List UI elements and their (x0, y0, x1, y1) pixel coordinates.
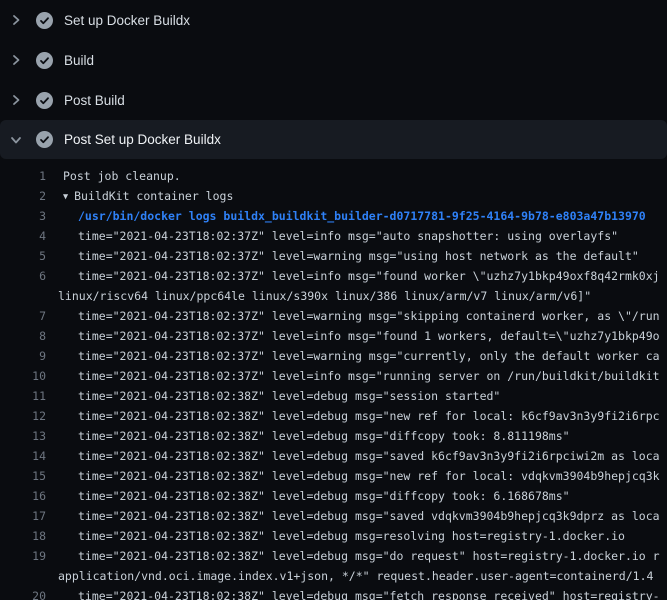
log-line: 9 time="2021-04-23T18:02:37Z" level=warn… (0, 346, 667, 366)
log-line-number[interactable]: 6 (0, 266, 46, 286)
step-label: Post Set up Docker Buildx (64, 132, 221, 147)
log-line-number[interactable]: 14 (0, 446, 46, 466)
log-line: 11 time="2021-04-23T18:02:38Z" level=deb… (0, 386, 667, 406)
log-line-number[interactable]: 10 (0, 366, 46, 386)
log-line: 1 Post job cleanup. (0, 166, 667, 186)
group-collapse-triangle-icon[interactable]: ▼ (63, 187, 68, 207)
log-line: 5 time="2021-04-23T18:02:37Z" level=warn… (0, 246, 667, 266)
log-line-number[interactable]: 16 (0, 486, 46, 506)
log-line-text: time="2021-04-23T18:02:37Z" level=info m… (78, 366, 660, 386)
chevron-down-icon (9, 134, 23, 146)
log-line-text: time="2021-04-23T18:02:38Z" level=debug … (78, 406, 660, 426)
log-line-number[interactable]: 3 (0, 206, 46, 226)
log-line-text: linux/riscv64 linux/ppc64le linux/s390x … (58, 286, 591, 306)
log-line: 16 time="2021-04-23T18:02:38Z" level=deb… (0, 486, 667, 506)
log-body: 1 Post job cleanup. 2 ▼ BuildKit containe… (0, 159, 667, 600)
log-line-text: Post job cleanup. (63, 166, 181, 186)
log-line-number[interactable]: 18 (0, 526, 46, 546)
log-group-title[interactable]: BuildKit container logs (74, 189, 233, 203)
log-line-number[interactable]: 11 (0, 386, 46, 406)
step-label: Set up Docker Buildx (64, 13, 190, 28)
step-header-post-set-up-docker-buildx[interactable]: Post Set up Docker Buildx (0, 120, 667, 159)
log-line-text: time="2021-04-23T18:02:38Z" level=debug … (78, 386, 500, 406)
log-line-text: time="2021-04-23T18:02:38Z" level=debug … (78, 586, 660, 600)
chevron-right-icon (9, 54, 23, 66)
check-circle-icon (36, 52, 53, 69)
log-line-text: time="2021-04-23T18:02:37Z" level=warnin… (78, 306, 660, 326)
log-line-text: time="2021-04-23T18:02:37Z" level=info m… (78, 266, 660, 286)
log-line: 10 time="2021-04-23T18:02:37Z" level=inf… (0, 366, 667, 386)
log-line: 20 time="2021-04-23T18:02:38Z" level=deb… (0, 586, 667, 600)
log-line: 2 ▼ BuildKit container logs (0, 186, 667, 206)
chevron-right-icon (9, 14, 23, 26)
log-line: 17 time="2021-04-23T18:02:38Z" level=deb… (0, 506, 667, 526)
log-line-text: time="2021-04-23T18:02:38Z" level=debug … (78, 546, 660, 566)
step-header-post-build[interactable]: Post Build (0, 80, 667, 120)
log-line: 6 time="2021-04-23T18:02:37Z" level=info… (0, 266, 667, 286)
log-line-text: time="2021-04-23T18:02:38Z" level=debug … (78, 466, 660, 486)
log-line-text: time="2021-04-23T18:02:37Z" level=info m… (78, 226, 618, 246)
log-line-text: application/vnd.oci.image.index.v1+json,… (58, 566, 653, 586)
log-line-number[interactable]: 12 (0, 406, 46, 426)
log-line: 18 time="2021-04-23T18:02:38Z" level=deb… (0, 526, 667, 546)
log-line-text: time="2021-04-23T18:02:38Z" level=debug … (78, 426, 570, 446)
log-line-number[interactable] (0, 566, 46, 586)
log-line-number[interactable]: 1 (0, 166, 46, 186)
log-line: 15 time="2021-04-23T18:02:38Z" level=deb… (0, 466, 667, 486)
log-line: 19 time="2021-04-23T18:02:38Z" level=deb… (0, 546, 667, 566)
check-circle-icon (36, 131, 53, 148)
log-line-number[interactable]: 13 (0, 426, 46, 446)
log-line: application/vnd.oci.image.index.v1+json,… (0, 566, 667, 586)
log-line-number[interactable]: 5 (0, 246, 46, 266)
log-line-number[interactable]: 20 (0, 586, 46, 600)
log-line-text: ▼ BuildKit container logs (63, 186, 233, 206)
log-line: 14 time="2021-04-23T18:02:38Z" level=deb… (0, 446, 667, 466)
log-line: 13 time="2021-04-23T18:02:38Z" level=deb… (0, 426, 667, 446)
log-line-number[interactable]: 7 (0, 306, 46, 326)
step-header-set-up-docker-buildx[interactable]: Set up Docker Buildx (0, 0, 667, 40)
log-line-text: time="2021-04-23T18:02:37Z" level=warnin… (78, 346, 660, 366)
log-line: 8 time="2021-04-23T18:02:37Z" level=info… (0, 326, 667, 346)
check-circle-icon (36, 12, 53, 29)
log-line-text: time="2021-04-23T18:02:37Z" level=warnin… (78, 246, 639, 266)
log-line-number[interactable]: 4 (0, 226, 46, 246)
step-label: Build (64, 53, 94, 68)
log-line-text: time="2021-04-23T18:02:37Z" level=info m… (78, 326, 660, 346)
log-line-number[interactable]: 17 (0, 506, 46, 526)
log-line-text: time="2021-04-23T18:02:38Z" level=debug … (78, 446, 660, 466)
log-line: 7 time="2021-04-23T18:02:37Z" level=warn… (0, 306, 667, 326)
log-line-text: time="2021-04-23T18:02:38Z" level=debug … (78, 506, 660, 526)
log-line-number[interactable]: 9 (0, 346, 46, 366)
step-header-build[interactable]: Build (0, 40, 667, 80)
actions-log-viewer: Set up Docker Buildx Build Post Build Po… (0, 0, 667, 600)
log-line-number[interactable]: 15 (0, 466, 46, 486)
log-line: 12 time="2021-04-23T18:02:38Z" level=deb… (0, 406, 667, 426)
log-line-text: time="2021-04-23T18:02:38Z" level=debug … (78, 526, 625, 546)
log-line-number[interactable]: 2 (0, 186, 46, 206)
step-label: Post Build (64, 93, 125, 108)
log-line-number[interactable] (0, 286, 46, 306)
log-line: linux/riscv64 linux/ppc64le linux/s390x … (0, 286, 667, 306)
log-line: 3 /usr/bin/docker logs buildx_buildkit_b… (0, 206, 667, 226)
log-line-number[interactable]: 8 (0, 326, 46, 346)
chevron-right-icon (9, 94, 23, 106)
log-line-number[interactable]: 19 (0, 546, 46, 566)
log-line: 4 time="2021-04-23T18:02:37Z" level=info… (0, 226, 667, 246)
log-line-text: /usr/bin/docker logs buildx_buildkit_bui… (78, 206, 646, 226)
check-circle-icon (36, 92, 53, 109)
log-line-text: time="2021-04-23T18:02:38Z" level=debug … (78, 486, 570, 506)
